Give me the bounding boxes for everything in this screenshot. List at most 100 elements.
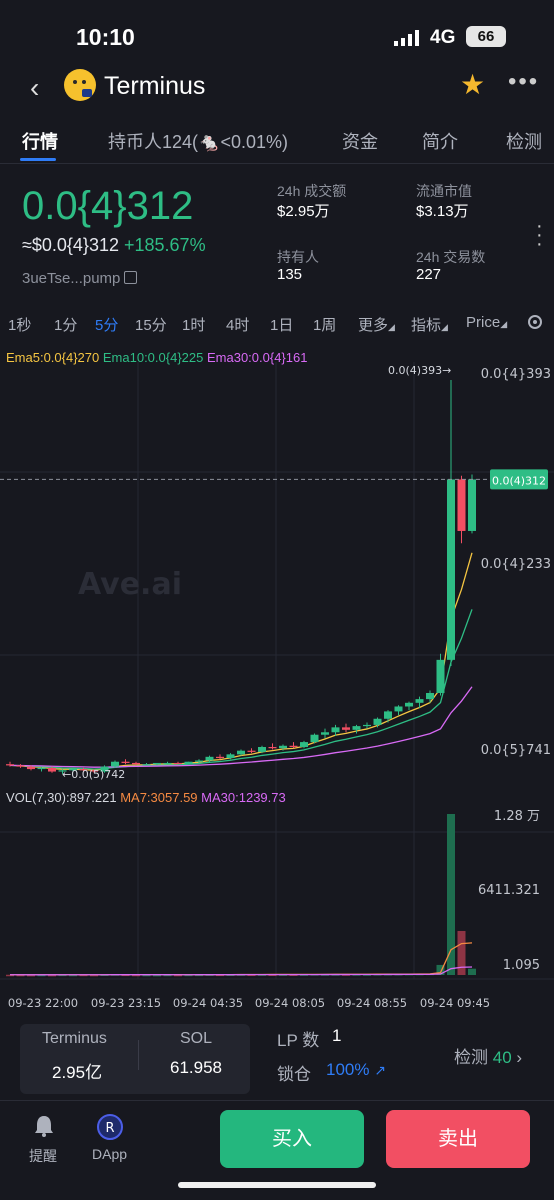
candle-body xyxy=(363,724,371,727)
candle-body xyxy=(132,762,140,765)
tab-funds[interactable]: 资金 xyxy=(342,128,378,154)
candle-body xyxy=(373,718,382,725)
candle-body xyxy=(205,756,214,761)
pool-token-label: Terminus xyxy=(42,1030,107,1047)
more-vertical-icon[interactable]: · · · xyxy=(536,216,543,254)
candle-body xyxy=(384,711,392,719)
candle-body xyxy=(436,659,445,693)
candle-body xyxy=(174,762,182,765)
candle-body xyxy=(405,702,413,707)
stat-vol-value: $2.95万 xyxy=(277,203,330,220)
pool-token-amount: 2.95亿 xyxy=(52,1063,103,1082)
tab-check[interactable]: 检测 xyxy=(506,128,542,154)
mouse-icon: 🐁 xyxy=(198,132,221,152)
sell-button[interactable]: 卖出 xyxy=(386,1110,530,1168)
bell-icon[interactable] xyxy=(33,1114,55,1138)
status-time: 10:10 xyxy=(76,24,135,50)
time-axis-label: 09-23 23:15 xyxy=(91,996,161,1010)
star-icon[interactable]: ★ xyxy=(460,68,485,101)
candle-body xyxy=(27,766,35,770)
stat-mcap-value: $3.13万 xyxy=(416,203,469,220)
candle-body xyxy=(342,727,350,730)
home-indicator xyxy=(178,1182,376,1188)
candle-body xyxy=(48,767,56,772)
candle-body xyxy=(247,750,256,752)
back-button[interactable]: ‹ xyxy=(30,72,39,104)
candle-body xyxy=(331,727,340,733)
time-axis-label: 09-23 22:00 xyxy=(8,996,78,1010)
candle-body xyxy=(352,726,361,730)
time-axis-label: 09-24 04:35 xyxy=(173,996,243,1010)
candle-body xyxy=(111,761,119,767)
interval-1d[interactable]: 1日 xyxy=(270,314,293,335)
dapp-icon[interactable]: R xyxy=(97,1114,123,1140)
ma30-label: MA30:1239.73 xyxy=(201,790,286,805)
tab-underline xyxy=(20,158,56,161)
stat-txns-value: 227 xyxy=(416,266,442,283)
interval-1s[interactable]: 1秒 xyxy=(8,314,31,335)
tab-intro[interactable]: 简介 xyxy=(422,128,458,154)
volume-bar xyxy=(457,930,466,975)
dropdown-icon: ◢ xyxy=(388,322,395,332)
price-mode-menu[interactable]: Price◢ xyxy=(466,314,507,331)
interval-15m[interactable]: 15分 xyxy=(135,314,167,335)
price-chart[interactable]: Ave.ai 0.0(4)312 0.0(4)393→ ←0.0(5)742 0.0{4… xyxy=(0,362,554,1017)
candle-body xyxy=(447,479,455,660)
token-logo xyxy=(64,69,96,101)
price-axis-label: 0.0{5}741 xyxy=(481,743,551,758)
candle-body xyxy=(153,762,161,765)
copy-icon[interactable] xyxy=(124,271,138,284)
interval-5m[interactable]: 5分 xyxy=(95,314,118,335)
candle-body xyxy=(163,762,172,764)
tab-holders[interactable]: 持币人124(🐁<0.01%) xyxy=(108,128,288,154)
dapp-label[interactable]: DApp xyxy=(92,1146,127,1162)
lp-label: LP 数 xyxy=(277,1031,320,1050)
candle-body xyxy=(426,692,434,700)
time-axis-label: 09-24 09:45 xyxy=(420,996,490,1010)
pool-sol-amount: 61.958 xyxy=(170,1058,222,1077)
volume-legend: VOL(7,30):897.221 MA7:3057.59 MA30:1239.… xyxy=(6,790,286,805)
candle-body xyxy=(216,756,224,759)
check-score[interactable]: 检测 40 › xyxy=(454,1043,522,1068)
ma7-label: MA7:3057.59 xyxy=(120,790,198,805)
price-axis-label: 0.0{4}233 xyxy=(481,557,551,572)
time-axis-label: 09-24 08:55 xyxy=(337,996,407,1010)
interval-1w[interactable]: 1周 xyxy=(313,314,336,335)
stat-holders-value: 135 xyxy=(277,266,303,283)
candle-body xyxy=(457,479,466,531)
settings-icon[interactable] xyxy=(526,313,544,331)
indicator-menu[interactable]: 指标◢ xyxy=(411,314,448,335)
alert-label[interactable]: 提醒 xyxy=(29,1146,57,1166)
network-label: 4G xyxy=(430,27,456,48)
interval-more[interactable]: 更多◢ xyxy=(358,314,395,335)
candle-body xyxy=(142,764,151,766)
vol-label: VOL(7,30):897.221 xyxy=(6,790,117,805)
interval-4h[interactable]: 4时 xyxy=(226,314,249,335)
ema10-line xyxy=(9,609,473,770)
candle-body xyxy=(6,764,14,766)
candle-body xyxy=(184,761,193,765)
candle-body xyxy=(121,761,130,763)
buy-button[interactable]: 买入 xyxy=(220,1110,364,1168)
candle-body xyxy=(195,760,203,762)
candle-body xyxy=(300,742,308,747)
volume-axis-label: 1.095 xyxy=(503,958,540,973)
divider xyxy=(138,1040,139,1070)
dropdown-icon: ◢ xyxy=(441,322,448,332)
tab-market[interactable]: 行情 xyxy=(22,128,58,154)
candle-body xyxy=(310,734,319,743)
watermark: Ave.ai xyxy=(78,567,182,602)
stat-vol-label: 24h 成交额 xyxy=(277,183,347,199)
candle-body xyxy=(37,767,46,770)
lock-label: 锁仓 xyxy=(277,1065,311,1084)
more-horizontal-icon[interactable]: ••• xyxy=(508,68,539,96)
price-axis-label: 0.0{4}393 xyxy=(481,367,551,382)
candle-body xyxy=(226,754,235,759)
token-address[interactable]: 3ueTse...pump xyxy=(22,270,138,287)
lock-value[interactable]: 100% ↗ xyxy=(326,1060,386,1080)
current-price-tag-label: 0.0(4)312 xyxy=(492,474,546,487)
lp-value: 1 xyxy=(332,1026,342,1045)
interval-1m[interactable]: 1分 xyxy=(54,314,77,335)
interval-1h[interactable]: 1时 xyxy=(182,314,205,335)
stat-holders-label: 持有人 xyxy=(277,249,319,265)
